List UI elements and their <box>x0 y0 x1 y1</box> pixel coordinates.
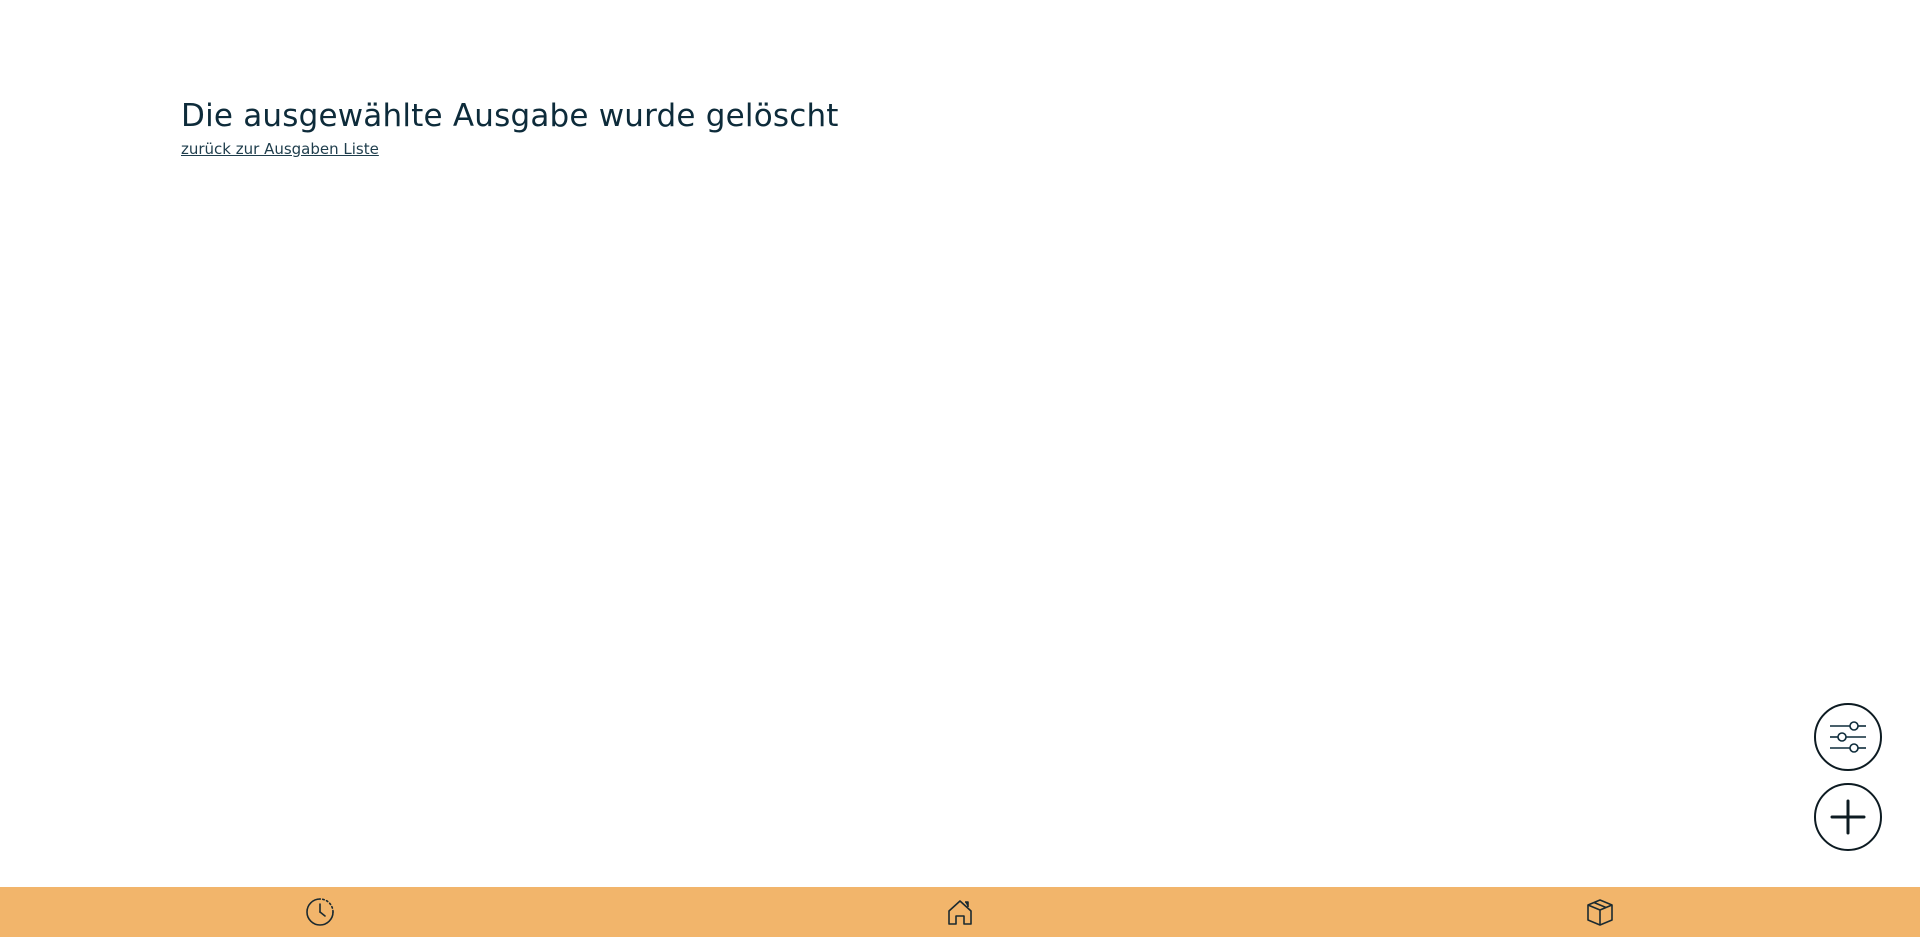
nav-history[interactable] <box>295 887 345 937</box>
box-icon <box>1587 899 1613 926</box>
home-icon <box>948 900 972 925</box>
page-title: Die ausgewählte Ausgabe wurde gelöscht <box>181 98 839 134</box>
bottom-nav <box>0 887 1920 937</box>
filter-button[interactable] <box>1814 703 1882 771</box>
add-button[interactable] <box>1814 783 1882 851</box>
sliders-icon <box>1830 721 1866 753</box>
nav-inventory[interactable] <box>1575 887 1625 937</box>
history-icon <box>306 898 334 926</box>
nav-home[interactable] <box>935 887 985 937</box>
main-content: Die ausgewählte Ausgabe wurde gelöscht z… <box>181 94 839 158</box>
plus-icon <box>1830 799 1866 835</box>
back-to-list-link[interactable]: zurück zur Ausgaben Liste <box>181 140 379 158</box>
